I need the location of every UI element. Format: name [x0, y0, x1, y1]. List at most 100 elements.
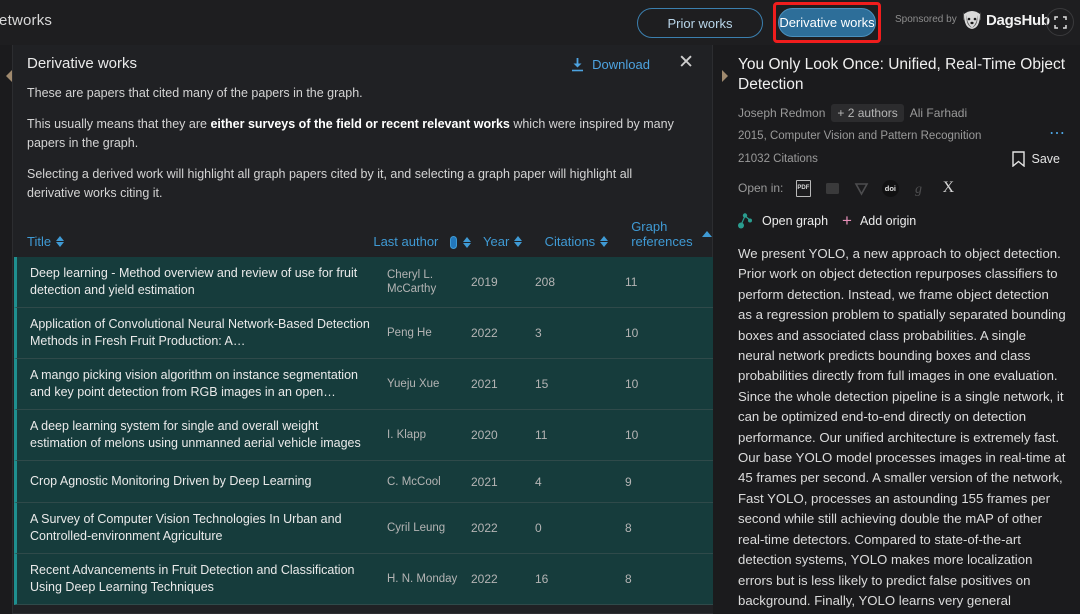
row-year: 2022 [471, 326, 498, 340]
bookmark-icon [1011, 151, 1025, 167]
row-last-author: Peng He [387, 327, 432, 339]
panel-header: Derivative works Download ✕ [13, 45, 712, 72]
google-scholar-glyph: g [915, 182, 922, 196]
google-scholar-icon[interactable]: g [910, 179, 928, 197]
capsule-icon[interactable] [450, 236, 458, 249]
download-icon [572, 57, 584, 71]
save-button[interactable]: Save [1011, 151, 1061, 167]
more-authors-badge[interactable]: + 2 authors [831, 104, 904, 122]
row-graph-references: 10 [625, 377, 639, 391]
row-year: 2020 [471, 428, 498, 442]
row-citations: 3 [535, 326, 542, 340]
table-row[interactable]: A Survey of Computer Vision Technologies… [14, 503, 713, 554]
doi-icon[interactable]: doi [881, 179, 899, 197]
svg-text:g: g [915, 182, 922, 196]
table-row[interactable]: A deep learning system for single and ov… [14, 410, 713, 461]
fullscreen-button[interactable] [1046, 8, 1074, 36]
row-graph-references: 9 [625, 474, 632, 489]
download-label: Download [592, 57, 650, 72]
download-button[interactable]: Download [571, 57, 650, 72]
column-header-last-author[interactable]: Last author [373, 234, 450, 249]
close-panel-button[interactable]: ✕ [678, 53, 694, 72]
paper-authors: Joseph Redmon + 2 authors Ali Farhadi [738, 104, 1066, 122]
semantic-scholar-icon[interactable] [823, 179, 841, 197]
sort-icon[interactable] [56, 236, 65, 247]
chevron-right-icon [722, 70, 728, 82]
paper-detail-panel: You Only Look Once: Unified, Real-Time O… [730, 45, 1080, 614]
open-in-row: Open in: PDF doi g X [738, 179, 1066, 197]
sponsored-label: Sponsored by [895, 14, 957, 25]
plus-icon: + [842, 211, 852, 230]
app-root: Networks Prior works Derivative works Sp… [0, 0, 1080, 614]
column-header-title[interactable]: Title [27, 234, 373, 249]
derivative-works-button[interactable]: Derivative works [778, 8, 876, 37]
column-header-citations[interactable]: Citations [545, 234, 632, 249]
row-last-author: Cyril Leung [387, 522, 446, 534]
dagshub-wordmark: DagsHub [986, 11, 1050, 29]
column-header-year[interactable]: Year [483, 234, 545, 249]
row-citations: 0 [535, 521, 542, 535]
row-citations: 16 [535, 572, 549, 586]
row-title: A deep learning system for single and ov… [30, 419, 361, 450]
row-last-author: H. N. Monday [387, 573, 458, 585]
row-title: Deep learning - Method overview and revi… [30, 266, 358, 297]
dog-head-icon [963, 11, 981, 29]
panel-description: These are papers that cited many of the … [13, 84, 712, 203]
dagshub-logo[interactable]: DagsHub [961, 10, 1050, 30]
table-row[interactable]: Deep learning - Method overview and revi… [14, 257, 713, 308]
column-header-author-tools[interactable] [450, 236, 483, 249]
table-row[interactable]: Recent Advancements in Fruit Detection a… [14, 554, 713, 605]
row-year: 2022 [471, 572, 498, 586]
table-row[interactable]: RS-Net: robust segmentation of green ove… [14, 605, 713, 613]
author-last[interactable]: Ali Farhadi [910, 106, 967, 120]
open-graph-button[interactable]: Open graph [738, 212, 828, 229]
table-body[interactable]: Deep learning - Method overview and revi… [14, 257, 713, 613]
column-header-graph-references[interactable]: Graph references [631, 219, 712, 249]
add-origin-button[interactable]: + Add origin [842, 212, 916, 229]
open-graph-label: Open graph [762, 213, 829, 228]
column-label-last-author: Last author [373, 234, 439, 249]
table-row[interactable]: Application of Convolutional Neural Netw… [14, 308, 713, 359]
column-label-citations: Citations [544, 234, 596, 249]
row-year: 2021 [471, 377, 498, 391]
paper-abstract: We present YOLO, a new approach to objec… [738, 246, 1066, 614]
top-bar: Networks Prior works Derivative works Sp… [0, 0, 1080, 45]
add-origin-label: Add origin [859, 213, 917, 228]
author-first[interactable]: Joseph Redmon [738, 106, 825, 120]
paper-citations: 21032 Citations [738, 153, 818, 165]
acm-icon[interactable] [852, 179, 870, 197]
paragraph-2-bold: either surveys of the field or recent re… [210, 117, 510, 131]
pdf-icon[interactable]: PDF [794, 179, 812, 197]
row-year: 2022 [471, 521, 498, 535]
panel-paragraph-2: This usually means that they are either … [27, 115, 687, 153]
table-header-row: Title Last author Year Citations Graph r… [13, 203, 712, 255]
page-title: Networks [0, 12, 53, 29]
row-last-author: Yueju Xue [387, 378, 440, 390]
row-last-author: Cheryl L. McCarthy [387, 269, 437, 295]
panel-paragraph-1: These are papers that cited many of the … [27, 86, 363, 100]
row-graph-references: 8 [625, 521, 632, 535]
arxiv-icon[interactable]: X [939, 179, 957, 197]
row-title: A mango picking vision algorithm on inst… [30, 368, 358, 399]
save-label: Save [1031, 152, 1061, 166]
paper-actions: Open graph + Add origin [738, 212, 1066, 229]
open-in-label: Open in: [738, 181, 784, 195]
column-label-graph-references: Graph references [631, 219, 693, 249]
row-graph-references: 8 [625, 572, 632, 586]
paragraph-2-pre: This usually means that they are [27, 117, 211, 131]
table-row[interactable]: A mango picking vision algorithm on inst… [14, 359, 713, 410]
table-row[interactable]: Crop Agnostic Monitoring Driven by Deep … [14, 461, 713, 503]
sort-icon[interactable] [514, 236, 523, 247]
prior-works-button[interactable]: Prior works [637, 8, 763, 38]
sort-icon[interactable] [600, 236, 609, 247]
acm-glyph [854, 182, 869, 196]
ellipsis-icon[interactable]: ⋯ [1049, 126, 1066, 142]
row-last-author: C. McCool [387, 475, 441, 488]
row-title: Crop Agnostic Monitoring Driven by Deep … [30, 474, 312, 488]
panel-paragraph-3: Selecting a derived work will highlight … [27, 167, 633, 200]
sort-ascending-icon[interactable] [702, 231, 712, 237]
sort-icon[interactable] [463, 237, 472, 248]
row-title: A Survey of Computer Vision Technologies… [30, 512, 342, 543]
row-citations: 11 [535, 428, 548, 442]
column-label-title: Title [27, 234, 52, 249]
